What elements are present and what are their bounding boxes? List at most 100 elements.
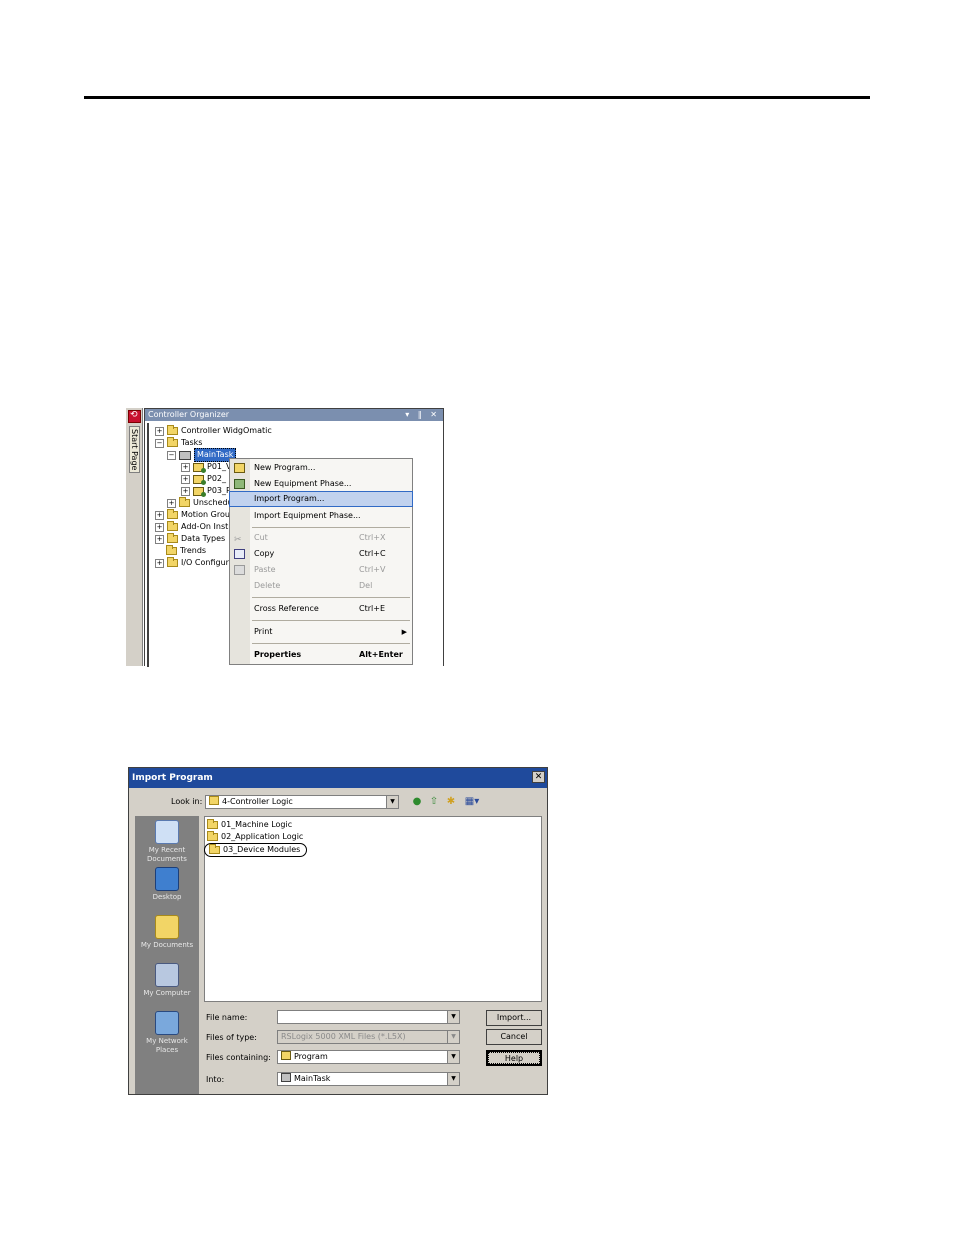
menu-item-paste[interactable]: Paste Ctrl+V [230,563,412,577]
cancel-button[interactable]: Cancel [486,1029,542,1045]
tree-node-label: P02_ [207,474,227,483]
tree-node-unscheduled[interactable]: + Unschedul [167,497,235,509]
tree-node-label: P01_V [207,462,232,471]
into-combo[interactable]: MainTask ▼ [277,1072,460,1086]
menu-item-new-program[interactable]: New Program... [230,461,412,475]
menu-item-copy[interactable]: Copy Ctrl+C [230,547,412,561]
dialog-title-bar: Import Program ✕ [129,768,547,788]
expand-icon[interactable]: + [155,522,164,532]
tree-node-maintask[interactable]: − MainTask [167,448,237,462]
menu-item-shortcut: Ctrl+E [359,604,385,613]
file-item-03-device-modules[interactable]: 03_Device Modules [204,843,308,857]
organizer-title-bar: Controller Organizer ▾ ‖ ✕ [145,409,443,421]
chevron-down-icon[interactable]: ▼ [447,1073,459,1085]
file-name-input[interactable]: ▼ [277,1010,460,1024]
menu-item-delete[interactable]: Delete Del [230,579,412,593]
help-button[interactable]: Help [486,1050,542,1066]
import-button[interactable]: Import... [486,1010,542,1026]
menu-item-cross-reference[interactable]: Cross Reference Ctrl+E [230,602,412,616]
collapse-icon[interactable]: − [167,450,176,460]
menu-item-label: New Program... [254,463,316,472]
file-name: 03_Device Modules [223,845,301,854]
menu-item-label: Delete [254,581,281,590]
chevron-down-icon[interactable]: ▼ [447,1011,459,1023]
tree-node-label: P03_P [207,486,231,495]
expand-icon[interactable]: + [167,498,176,508]
folder-icon [167,509,178,519]
files-of-type-combo: RSLogix 5000 XML Files (*.L5X) ▼ [277,1030,460,1044]
close-button[interactable]: ✕ [532,771,545,783]
menu-item-import-equipment-phase[interactable]: Import Equipment Phase... [230,509,412,523]
folder-icon [167,557,178,567]
file-item-02-application-logic[interactable]: 02_Application Logic [207,831,303,843]
new-folder-icon[interactable]: ✱ [445,796,457,808]
my-documents-icon [155,915,179,939]
menu-item-new-equipment-phase[interactable]: New Equipment Phase... [230,477,412,491]
places-bar: My Recent Documents Desktop My Documents… [135,816,199,1094]
menu-item-cut[interactable]: ✂ Cut Ctrl+X [230,531,412,545]
organizer-title: Controller Organizer [148,410,230,419]
start-page-label[interactable]: Start Page [129,426,140,474]
tree-node-p02[interactable]: + P02_ [181,473,226,485]
place-my-documents[interactable]: My Documents [135,915,199,950]
expand-icon[interactable]: + [181,462,190,472]
file-item-01-machine-logic[interactable]: 01_Machine Logic [207,819,292,831]
place-my-recent-documents[interactable]: My Recent Documents [135,820,199,864]
place-label: My Recent Documents [147,846,187,863]
expand-icon[interactable]: + [155,510,164,520]
program-icon [193,462,206,473]
menu-item-shortcut: Alt+Enter [359,650,403,659]
program-icon [193,486,206,497]
tree-node-add-on[interactable]: + Add-On Instru [155,521,237,533]
menu-item-properties[interactable]: Properties Alt+Enter [230,648,412,662]
expand-icon[interactable]: + [155,534,164,544]
place-label: My Documents [140,941,194,949]
files-of-type-value: RSLogix 5000 XML Files (*.L5X) [281,1032,406,1041]
menu-item-shortcut: Ctrl+X [359,533,386,542]
expand-icon[interactable]: + [181,486,190,496]
pane-controls[interactable]: ▾ ‖ ✕ [405,409,440,421]
tree-node-p03[interactable]: + P03_P [181,485,231,497]
file-list: 01_Machine Logic 02_Application Logic 03… [204,816,542,1002]
folder-open-icon [167,437,178,447]
back-icon[interactable]: ● [411,796,423,808]
menu-item-shortcut: Ctrl+V [359,565,386,574]
tree-node-trends[interactable]: Trends [166,545,206,557]
menu-item-label: Cut [254,533,268,542]
place-my-computer[interactable]: My Computer [135,963,199,998]
expand-icon[interactable]: + [155,426,164,436]
new-phase-icon [234,479,245,489]
chevron-down-icon[interactable]: ▼ [447,1051,459,1063]
tree-node-data-types[interactable]: + Data Types [155,533,225,545]
look-in-label: Look in: [171,797,203,806]
place-desktop[interactable]: Desktop [135,867,199,902]
collapse-icon[interactable]: − [155,438,164,448]
program-icon [281,1051,291,1060]
look-in-combo[interactable]: 4-Controller Logic ▼ [205,795,399,809]
files-containing-label: Files containing: [206,1053,271,1062]
tree-node-controller[interactable]: + Controller WidgOmatic [155,425,272,437]
menu-item-print[interactable]: Print ▶ [230,625,412,639]
expand-icon[interactable]: + [181,474,190,484]
folder-icon [167,521,178,531]
tree-node-label: Trends [180,546,207,555]
chevron-down-icon[interactable]: ▼ [386,796,398,808]
folder-icon [209,844,220,854]
folder-icon [209,796,219,805]
new-program-icon [234,463,245,473]
menu-item-label: Copy [254,549,275,558]
place-my-network-places[interactable]: My Network Places [135,1011,199,1055]
tree-node-io-config[interactable]: + I/O Configurat [155,557,237,569]
files-containing-combo[interactable]: Program ▼ [277,1050,460,1064]
view-menu-icon[interactable]: ▦▾ [462,796,482,808]
start-page-tab[interactable]: Start Page [126,408,143,666]
copy-icon [234,549,245,559]
menu-item-import-program[interactable]: Import Program... [229,491,413,507]
dialog-title: Import Program [132,773,213,783]
up-folder-icon[interactable]: ⇧ [428,796,440,808]
tree-node-motion-groups[interactable]: + Motion Groups [155,509,239,521]
expand-icon[interactable]: + [155,558,164,568]
tree-node-p01[interactable]: + P01_V [181,461,231,473]
menu-item-shortcut: Ctrl+C [359,549,386,558]
menu-separator [252,643,410,644]
